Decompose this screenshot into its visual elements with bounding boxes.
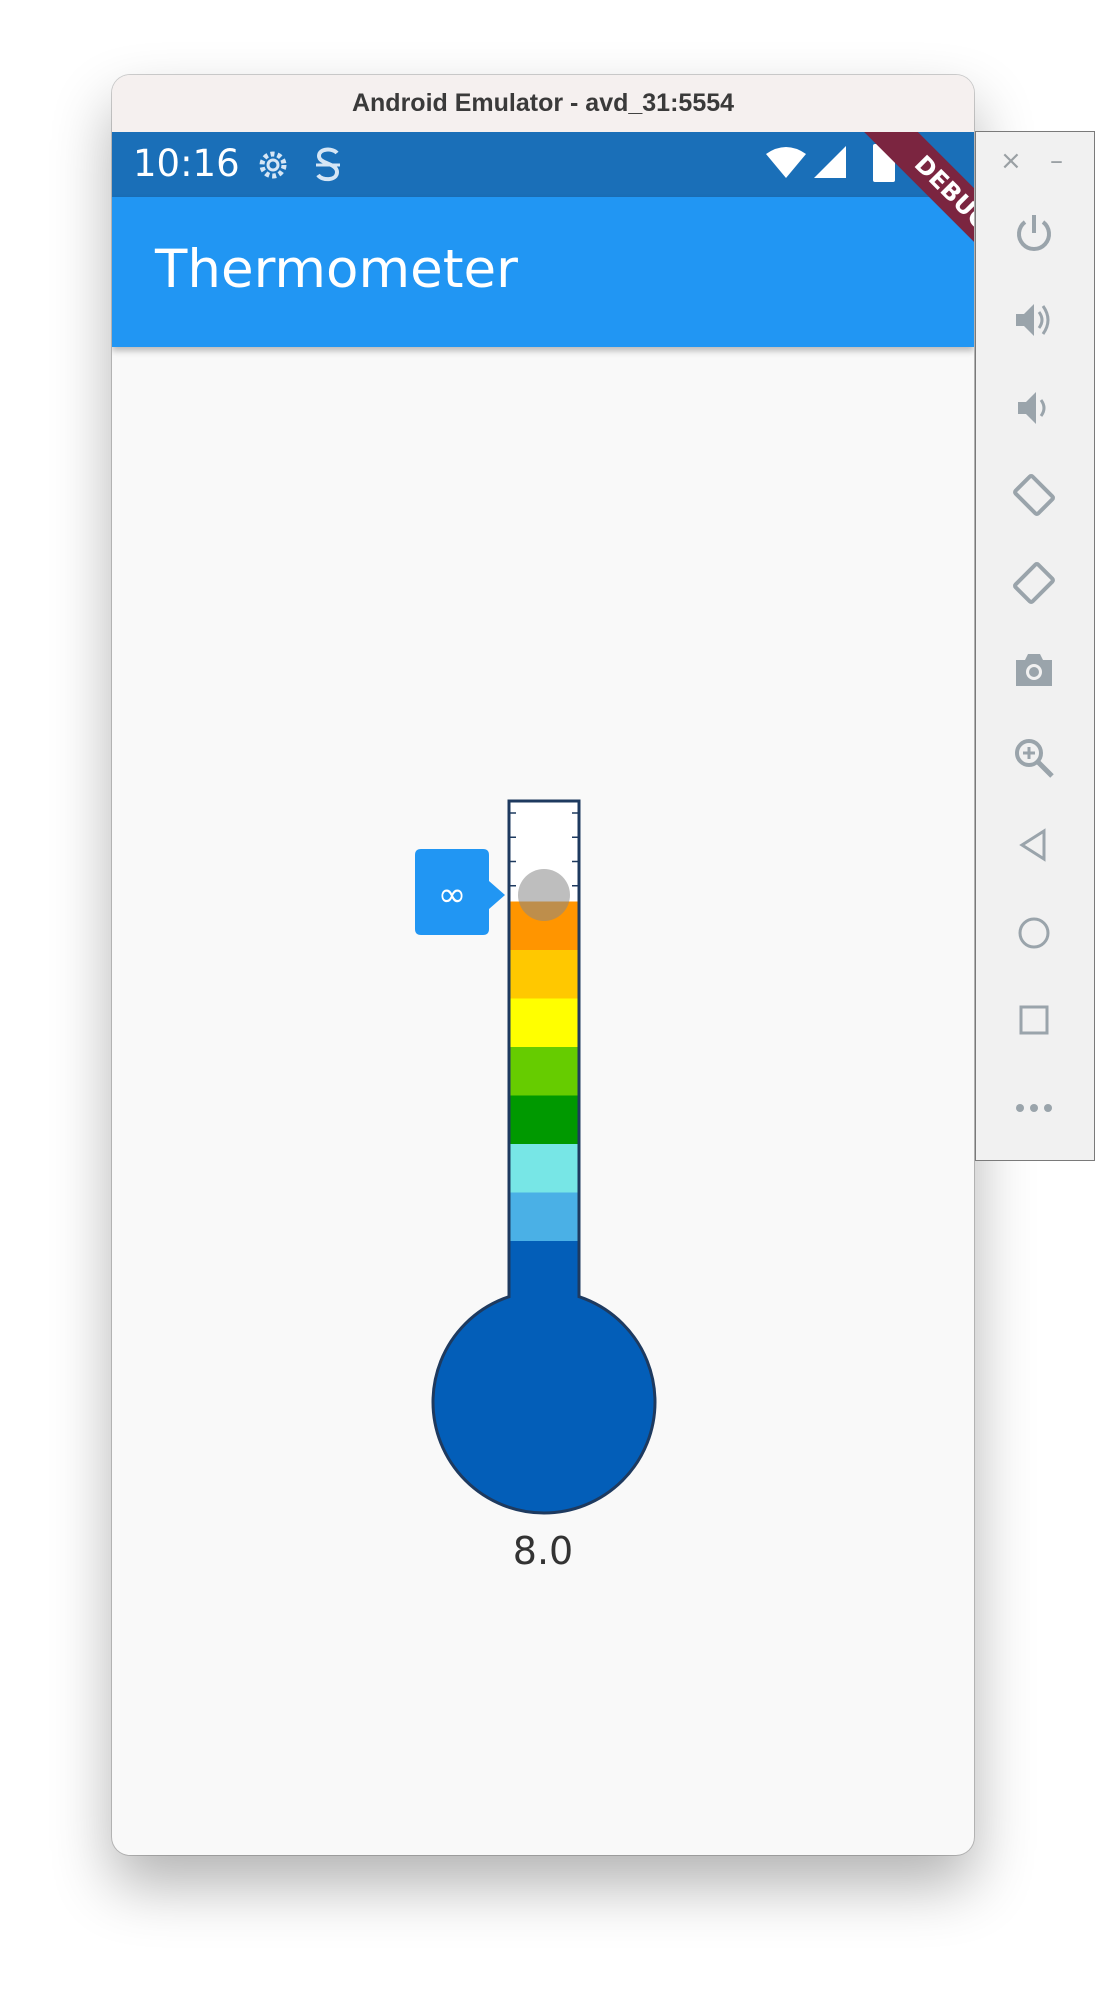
power-icon: [1017, 215, 1051, 251]
home-icon: [1018, 917, 1050, 949]
rotate-left-icon: [1013, 474, 1055, 516]
s-notification-icon: [316, 147, 340, 182]
gear-icon: [259, 151, 287, 179]
screenshot-button[interactable]: [1006, 642, 1062, 698]
volume-down-button[interactable]: [1006, 380, 1062, 436]
thermometer-band: [510, 1192, 578, 1241]
thermometer-band: [510, 1047, 578, 1096]
overview-icon: [1019, 1005, 1049, 1035]
pointer-label: ∞: [438, 875, 466, 915]
rotate-left-button[interactable]: [1006, 467, 1062, 523]
thermometer-band: [510, 1095, 578, 1144]
camera-icon: [1016, 654, 1052, 686]
wifi-icon: [766, 147, 806, 178]
signal-icon: [814, 146, 846, 178]
temperature-value: 8.0: [512, 1529, 574, 1573]
volume-up-button[interactable]: [1006, 292, 1062, 348]
window-title: Android Emulator - avd_31:5554: [112, 75, 974, 133]
thermometer-drag-handle[interactable]: [518, 869, 570, 921]
volume-down-icon: [1018, 392, 1046, 424]
close-panel-button[interactable]: ×: [1000, 146, 1022, 176]
battery-icon: [873, 140, 895, 182]
thermometer-band: [510, 1144, 578, 1193]
status-time: 10:16: [133, 142, 240, 185]
emulator-window: Android Emulator - avd_31:5554 10:16 The…: [112, 75, 974, 1855]
home-button[interactable]: [1006, 905, 1062, 961]
app-bar: Thermometer: [112, 197, 974, 347]
app-title: Thermometer: [155, 239, 518, 300]
back-button[interactable]: [1006, 817, 1062, 873]
rotate-right-icon: [1013, 562, 1055, 604]
thermometer-band: [510, 998, 578, 1047]
volume-up-icon: [1016, 304, 1050, 336]
rotate-right-button[interactable]: [1006, 555, 1062, 611]
zoom-button[interactable]: [1006, 730, 1062, 786]
more-button[interactable]: [1006, 1080, 1062, 1136]
minimize-panel-button[interactable]: –: [1050, 146, 1063, 176]
zoom-icon: [1015, 739, 1054, 778]
overview-button[interactable]: [1006, 992, 1062, 1048]
more-icon: [1016, 1104, 1052, 1112]
power-button[interactable]: [1006, 205, 1062, 261]
back-icon: [1019, 828, 1046, 862]
app-content: ∞ 8.0: [112, 347, 974, 1855]
emulator-side-panel: × –: [975, 131, 1095, 1161]
thermometer: ∞: [415, 799, 657, 1515]
thermometer-band: [510, 950, 578, 999]
thermometer-bands: [510, 901, 578, 1241]
status-bar: 10:16: [112, 132, 974, 197]
